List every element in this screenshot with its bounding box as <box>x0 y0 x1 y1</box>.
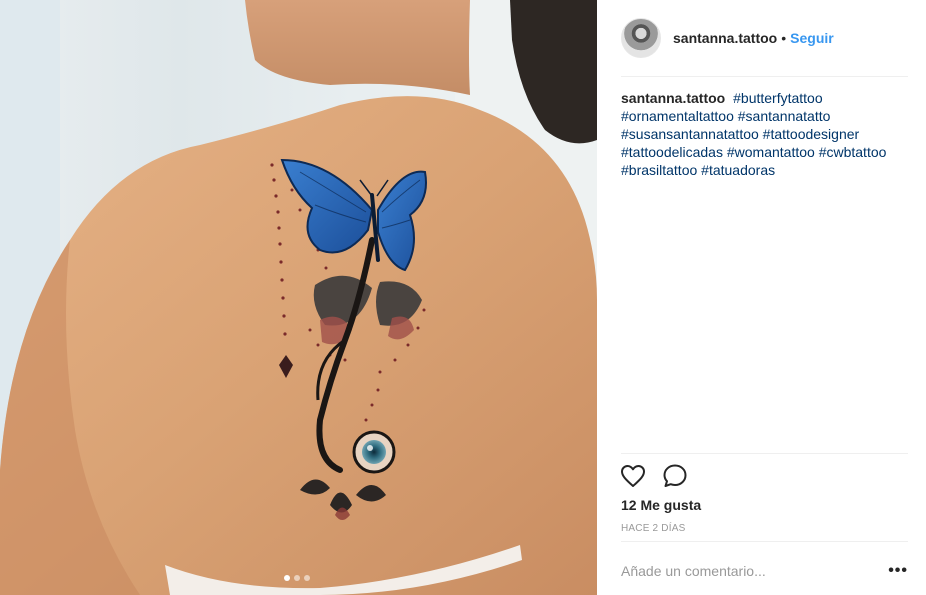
post-side-panel: santanna.tattoo • Seguir santanna.tattoo… <box>597 0 926 595</box>
heart-icon[interactable] <box>619 462 647 490</box>
post-photo[interactable] <box>0 0 597 595</box>
hashtag-link[interactable]: #santannatatto <box>738 108 831 124</box>
comment-form: ••• <box>621 553 908 589</box>
actions-divider <box>621 453 908 454</box>
post-caption: santanna.tattoo #butterfytattoo #ornamen… <box>621 89 911 179</box>
avatar[interactable] <box>621 18 661 58</box>
hashtag-link[interactable]: #cwbtattoo <box>819 144 887 160</box>
tattoo-photo-illustration <box>0 0 597 595</box>
comment-divider <box>621 541 908 542</box>
hashtag-link[interactable]: #tatuadoras <box>701 162 775 178</box>
post-timestamp: HACE 2 DÍAS <box>621 523 686 534</box>
hashtag-link[interactable]: #susansantannatattoo <box>621 126 759 142</box>
carousel-indicator <box>284 575 310 581</box>
hashtag-link[interactable]: #brasiltattoo <box>621 162 697 178</box>
comment-input[interactable] <box>621 563 888 579</box>
post-actions <box>619 462 689 490</box>
header-username[interactable]: santanna.tattoo <box>673 30 777 46</box>
caption-username[interactable]: santanna.tattoo <box>621 90 725 106</box>
carousel-dot[interactable] <box>304 575 310 581</box>
hashtag-link[interactable]: #tattoodesigner <box>763 126 860 142</box>
hashtag-link[interactable]: #ornamentaltattoo <box>621 108 734 124</box>
comment-bubble-icon[interactable] <box>661 462 689 490</box>
carousel-dot[interactable] <box>294 575 300 581</box>
follow-button[interactable]: Seguir <box>790 30 834 46</box>
more-options-icon[interactable]: ••• <box>888 562 908 580</box>
header-separator: • <box>781 30 787 46</box>
carousel-dot-active[interactable] <box>284 575 290 581</box>
like-count[interactable]: 12 Me gusta <box>621 497 701 513</box>
header-divider <box>621 76 908 77</box>
post-header: santanna.tattoo • Seguir <box>621 16 908 60</box>
hashtag-link[interactable]: #butterfytattoo <box>733 90 823 106</box>
hashtag-link[interactable]: #tattoodelicadas <box>621 144 723 160</box>
hashtag-link[interactable]: #womantattoo <box>727 144 815 160</box>
